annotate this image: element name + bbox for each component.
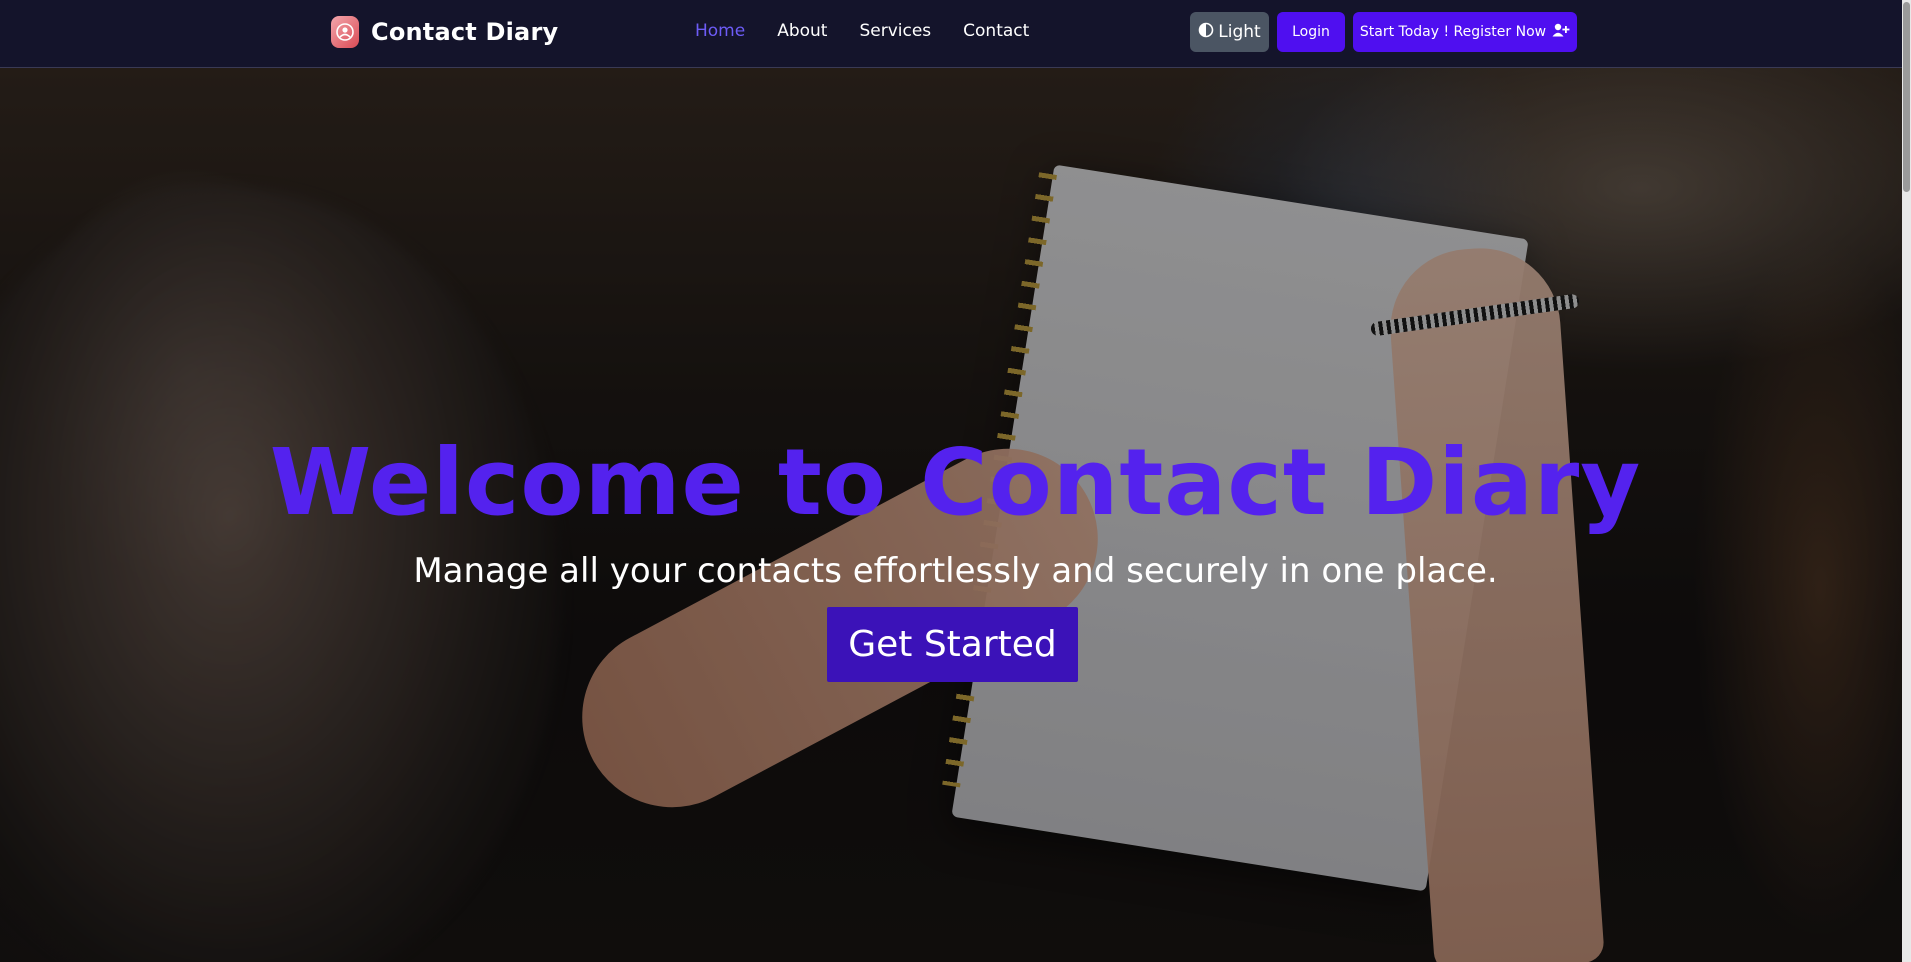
nav-link-about[interactable]: About [777,20,827,42]
nav-link-home[interactable]: Home [695,20,745,42]
half-circle-contrast-icon [1198,22,1214,43]
theme-toggle-button[interactable]: Light [1190,12,1269,52]
login-label: Login [1292,24,1330,40]
scrollbar-thumb[interactable] [1903,2,1910,192]
register-label: Start Today ! Register Now [1359,24,1547,40]
hero-content: Welcome to Contact Diary Manage all your… [0,68,1911,962]
brand-name: Contact Diary [371,18,559,46]
hero-title: Welcome to Contact Diary [269,429,1642,536]
hero-section: Welcome to Contact Diary Manage all your… [0,68,1911,962]
top-navbar: Contact Diary Home About Services Contac… [0,0,1911,68]
nav-actions: Light Login Start Today ! Register Now [1190,12,1577,52]
get-started-button[interactable]: Get Started [827,607,1078,682]
page-scrollbar[interactable] [1902,0,1911,962]
nav-link-contact[interactable]: Contact [963,20,1029,42]
nav-links: Home About Services Contact [695,20,1029,42]
contact-diary-logo-icon [331,16,359,48]
brand-link[interactable]: Contact Diary [331,15,558,49]
hero-subtitle: Manage all your contacts effortlessly an… [413,551,1498,591]
login-button[interactable]: Login [1277,12,1345,52]
user-plus-icon [1552,23,1570,41]
nav-link-services[interactable]: Services [859,20,931,42]
register-button[interactable]: Start Today ! Register Now [1353,12,1577,52]
theme-toggle-label: Light [1218,22,1261,42]
